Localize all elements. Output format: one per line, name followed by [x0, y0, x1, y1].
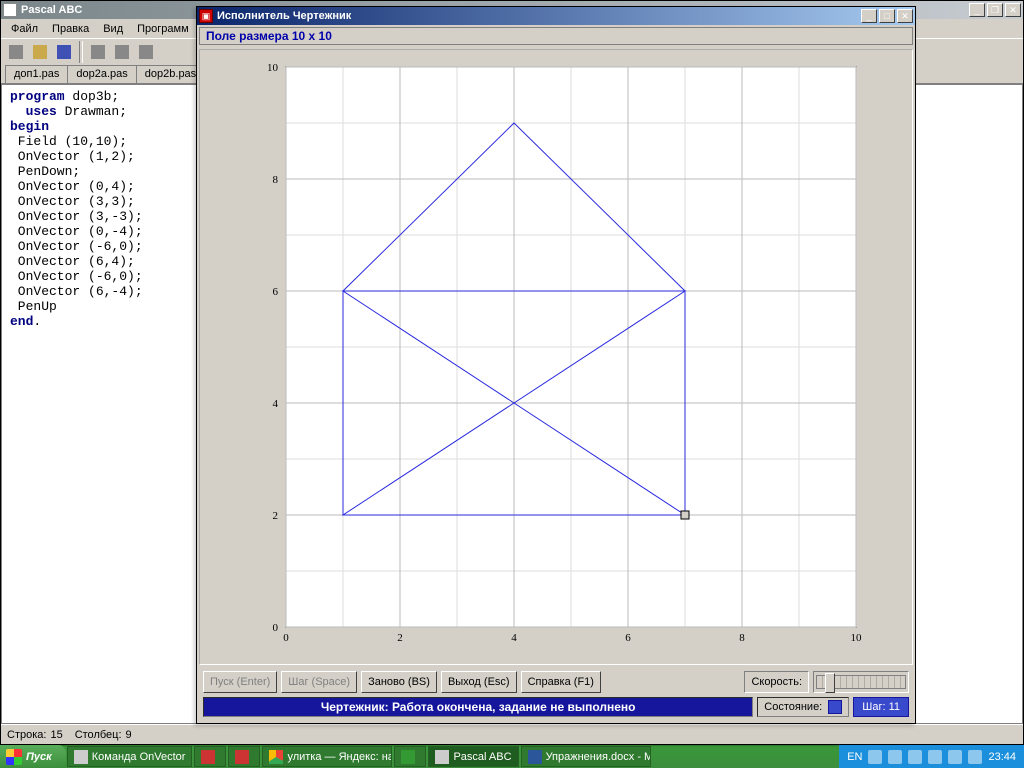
- dm-close-button[interactable]: ✕: [897, 9, 913, 23]
- tool-copy-icon[interactable]: [111, 41, 133, 63]
- clock[interactable]: 23:44: [988, 751, 1016, 763]
- task-item[interactable]: Упражнения.docx - M...: [521, 746, 651, 767]
- task-item[interactable]: Команда OnVector: [67, 746, 193, 767]
- svg-text:10: 10: [267, 62, 279, 74]
- start-label: Пуск: [26, 751, 52, 763]
- task-item[interactable]: [394, 746, 426, 767]
- tab-1[interactable]: dop2a.pas: [67, 65, 136, 83]
- status-col-label: Столбец:: [75, 729, 122, 741]
- svg-text:6: 6: [625, 632, 631, 644]
- app-icon: [201, 750, 215, 764]
- drawman-window: ▣ Исполнитель Чертежник _ □ ✕ Поле разме…: [196, 6, 916, 724]
- task-item[interactable]: [194, 746, 226, 767]
- tab-0[interactable]: доп1.pas: [5, 65, 68, 83]
- svg-text:4: 4: [273, 398, 279, 410]
- svg-text:8: 8: [739, 632, 745, 644]
- status-line: 15: [50, 729, 62, 741]
- tray-icon[interactable]: [928, 750, 942, 764]
- drawman-title: Исполнитель Чертежник: [217, 10, 861, 22]
- pascal-icon: [435, 750, 449, 764]
- drawman-button-row: Пуск (Enter) Шаг (Space) Заново (BS) Вых…: [197, 667, 915, 697]
- step-badge: Шаг: 11: [853, 697, 909, 717]
- state-indicator-icon: [828, 700, 842, 714]
- svg-text:0: 0: [283, 632, 289, 644]
- windows-logo-icon: [6, 749, 22, 765]
- help-button[interactable]: Справка (F1): [521, 671, 601, 693]
- tray-icon[interactable]: [888, 750, 902, 764]
- svg-text:8: 8: [273, 174, 279, 186]
- system-tray: EN 23:44: [839, 745, 1024, 768]
- language-indicator[interactable]: EN: [847, 751, 862, 763]
- taskbar: Пуск Команда OnVector улитка — Яндекс: н…: [0, 745, 1024, 768]
- speed-slider-panel: [813, 671, 909, 693]
- tool-paste-icon[interactable]: [135, 41, 157, 63]
- svg-text:6: 6: [273, 286, 279, 298]
- svg-text:4: 4: [511, 632, 517, 644]
- minimize-button[interactable]: _: [969, 3, 985, 17]
- tray-icon[interactable]: [948, 750, 962, 764]
- dm-maximize-button[interactable]: □: [879, 9, 895, 23]
- state-panel: Состояние:: [757, 697, 849, 717]
- start-button[interactable]: Пуск: [0, 745, 66, 768]
- tool-open-icon[interactable]: [29, 41, 51, 63]
- ide-statusbar: Строка: 15 Столбец: 9: [1, 724, 1023, 744]
- speed-panel: Скорость:: [744, 671, 809, 693]
- run-button[interactable]: Пуск (Enter): [203, 671, 277, 693]
- drawman-subtitle: Поле размера 10 x 10: [199, 27, 913, 45]
- drawman-status-row: Чертежник: Работа окончена, задание не в…: [197, 697, 915, 723]
- menu-program[interactable]: Программ: [131, 21, 195, 37]
- menu-file[interactable]: Файл: [5, 21, 44, 37]
- exit-button[interactable]: Выход (Esc): [441, 671, 517, 693]
- status-col: 9: [126, 729, 132, 741]
- close-button[interactable]: ✕: [1005, 3, 1021, 17]
- app-icon: [235, 750, 249, 764]
- task-item-active[interactable]: Pascal ABC: [428, 746, 518, 767]
- drawman-canvas-area: 0 2 4 6 8 10 0 2 4 6 8 10: [199, 49, 913, 665]
- tab-2[interactable]: dop2b.pas: [136, 65, 205, 83]
- speed-label: Скорость:: [751, 676, 802, 688]
- tray-icon[interactable]: [908, 750, 922, 764]
- task-item[interactable]: [228, 746, 260, 767]
- state-label: Состояние:: [764, 701, 822, 713]
- tray-icon[interactable]: [868, 750, 882, 764]
- svg-text:10: 10: [851, 632, 863, 644]
- app-icon: [401, 750, 415, 764]
- menu-edit[interactable]: Правка: [46, 21, 95, 37]
- status-line-label: Строка:: [7, 729, 46, 741]
- drawman-icon: ▣: [199, 9, 213, 23]
- svg-text:2: 2: [397, 632, 403, 644]
- maximize-button[interactable]: ❐: [987, 3, 1003, 17]
- drawman-titlebar[interactable]: ▣ Исполнитель Чертежник _ □ ✕: [197, 7, 915, 25]
- speed-slider[interactable]: [816, 675, 906, 689]
- chrome-icon: [269, 750, 283, 764]
- app-icon: [3, 3, 17, 17]
- task-item[interactable]: улитка — Яндекс: на...: [262, 746, 392, 767]
- tool-cut-icon[interactable]: [87, 41, 109, 63]
- word-icon: [528, 750, 542, 764]
- drawman-status-msg: Чертежник: Работа окончена, задание не в…: [203, 697, 753, 717]
- reset-button[interactable]: Заново (BS): [361, 671, 437, 693]
- svg-text:2: 2: [273, 510, 279, 522]
- menu-view[interactable]: Вид: [97, 21, 129, 37]
- tool-save-icon[interactable]: [53, 41, 75, 63]
- dm-minimize-button[interactable]: _: [861, 9, 877, 23]
- folder-icon: [74, 750, 88, 764]
- tool-new-icon[interactable]: [5, 41, 27, 63]
- svg-text:0: 0: [273, 622, 279, 634]
- drawman-plot: 0 2 4 6 8 10 0 2 4 6 8 10: [216, 57, 896, 657]
- tray-icon[interactable]: [968, 750, 982, 764]
- step-button[interactable]: Шаг (Space): [281, 671, 357, 693]
